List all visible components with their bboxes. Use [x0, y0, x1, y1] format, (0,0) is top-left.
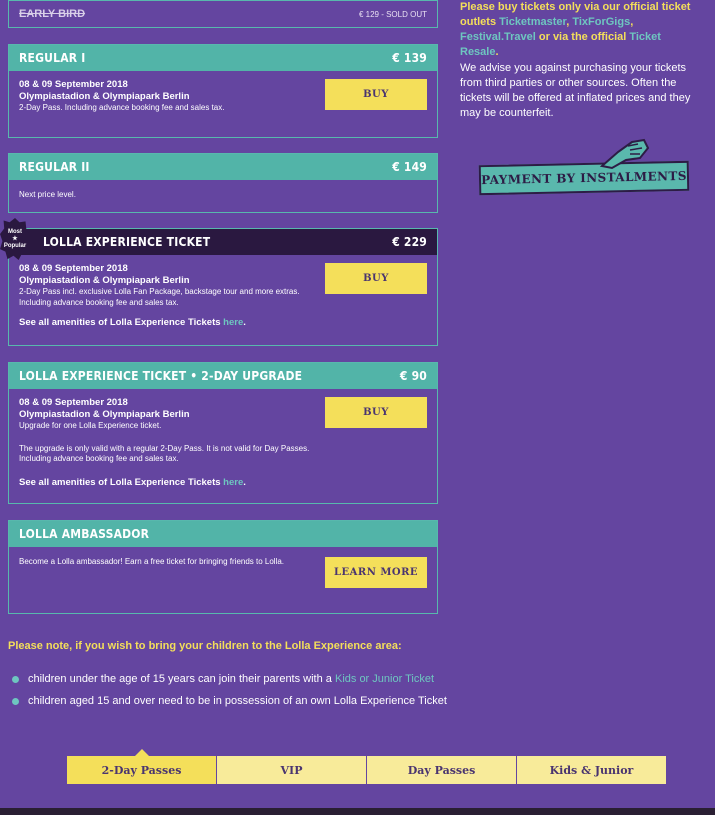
badge-line-1: Most — [8, 228, 22, 235]
pointing-hand-icon — [599, 138, 650, 170]
card-header: LOLLA AMBASSADOR — [9, 521, 437, 547]
separator: , — [630, 16, 634, 28]
amenities-dot: . — [243, 317, 246, 328]
tab-vip[interactable]: VIP — [217, 756, 367, 784]
outlet-link-festival-travel[interactable]: Festival.Travel — [460, 31, 536, 43]
tab-2-day-passes[interactable]: 2-Day Passes — [67, 749, 217, 784]
bullet-icon — [12, 697, 19, 705]
amenities-text: See all amenities of Lolla Experience Ti… — [19, 317, 224, 328]
card-title: LOLLA EXPERIENCE TICKET — [43, 235, 211, 249]
payment-by-instalments-button[interactable]: PAYMENT BY INSTALMENTS — [478, 160, 690, 196]
ticket-card-regular-2: REGULAR II € 149 Next price level. — [8, 153, 438, 213]
official-outlets-warning: Please buy tickets only via our official… — [460, 0, 700, 60]
warning-text-b: or via the official — [535, 31, 630, 43]
kids-junior-ticket-link[interactable]: Kids or Junior Ticket — [335, 673, 434, 685]
instalments-label: PAYMENT BY INSTALMENTS — [481, 168, 687, 188]
footer-bar — [0, 808, 715, 815]
outlet-link-ticketmaster[interactable]: Ticketmaster — [499, 16, 566, 28]
upgrade-validity-note: The upgrade is only valid with a regular… — [19, 443, 310, 453]
badge-line-2: Popular — [3, 242, 27, 249]
card-title: REGULAR II — [19, 160, 90, 174]
amenities-line: See all amenities of Lolla Experience Ti… — [19, 317, 427, 328]
outlet-link-tixforgigs[interactable]: TixForGigs — [572, 16, 630, 28]
early-bird-title: EARLY BIRD — [19, 8, 86, 20]
bullet-icon — [12, 675, 19, 683]
learn-more-button[interactable]: LEARN MORE — [325, 557, 427, 588]
card-price: € 90 — [399, 369, 427, 383]
card-header: LOLLA EXPERIENCE TICKET • 2-DAY UPGRADE … — [9, 363, 437, 389]
ticket-card-ambassador: LOLLA AMBASSADOR Become a Lolla ambassad… — [8, 520, 438, 614]
card-title: LOLLA AMBASSADOR — [19, 527, 150, 541]
card-header: LOLLA EXPERIENCE TICKET € 229 — [9, 229, 437, 255]
buy-button[interactable]: BUY — [325, 397, 427, 428]
ticket-description: Next price level. — [19, 190, 76, 199]
early-bird-row: EARLY BIRD € 129 - SOLD OUT — [8, 0, 438, 28]
ticket-card-upgrade: LOLLA EXPERIENCE TICKET • 2-DAY UPGRADE … — [8, 362, 438, 504]
ticket-fee-note: Including advance booking fee and sales … — [19, 297, 179, 307]
ticket-category-tabs: 2-Day Passes VIP Day Passes Kids & Junio… — [67, 749, 667, 784]
amenities-dot: . — [243, 476, 246, 488]
buy-button[interactable]: BUY — [325, 263, 427, 294]
bullet-text: children under the age of 15 years can j… — [28, 673, 332, 685]
early-bird-price: € 129 - SOLD OUT — [358, 9, 427, 19]
card-header: REGULAR I € 139 — [9, 45, 437, 71]
advice-text: We advise you against purchasing your ti… — [460, 62, 691, 119]
buy-button[interactable]: BUY — [325, 79, 427, 110]
card-price: € 139 — [392, 51, 427, 65]
amenities-link[interactable]: here — [223, 317, 243, 328]
card-title: LOLLA EXPERIENCE TICKET • 2-DAY UPGRADE — [19, 369, 303, 383]
list-item: children under the age of 15 years can j… — [12, 668, 447, 690]
amenities-line: See all amenities of Lolla Experience Ti… — [19, 477, 427, 488]
children-note-heading: Please note, if you wish to bring your c… — [8, 640, 402, 652]
card-title: REGULAR I — [19, 51, 86, 65]
bullet-text: children aged 15 and over need to be in … — [28, 695, 447, 707]
children-note-list: children under the age of 15 years can j… — [12, 668, 447, 712]
amenities-link[interactable]: here — [223, 477, 243, 488]
ticket-card-regular-1: REGULAR I € 139 08 & 09 September 2018 O… — [8, 44, 438, 138]
tab-kids-junior[interactable]: Kids & Junior — [517, 756, 667, 784]
card-price: € 149 — [392, 160, 427, 174]
star-icon: ★ — [12, 235, 18, 242]
amenities-text: See all amenities of Lolla Experience Ti… — [19, 476, 224, 488]
ticket-card-experience: LOLLA EXPERIENCE TICKET € 229 08 & 09 Se… — [8, 228, 438, 346]
card-header: REGULAR II € 149 — [9, 154, 437, 180]
ticket-fee-note: Including advance booking fee and sales … — [19, 454, 179, 463]
tab-day-passes[interactable]: Day Passes — [367, 756, 517, 784]
warning-text-c: . — [495, 46, 499, 58]
card-price: € 229 — [392, 235, 427, 249]
list-item: children aged 15 and over need to be in … — [12, 690, 447, 712]
